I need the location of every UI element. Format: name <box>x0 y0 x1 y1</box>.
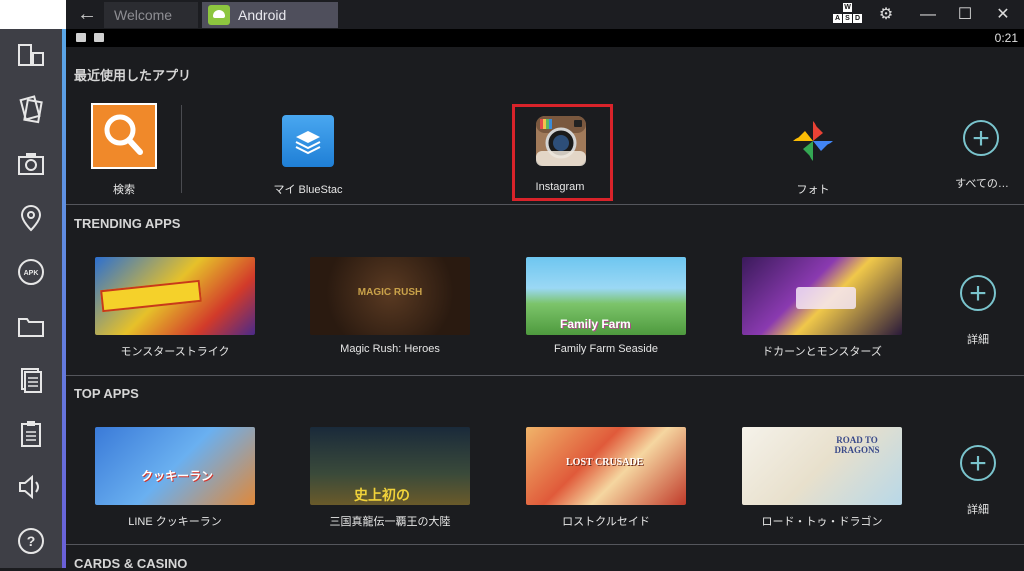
monster-strike-logo-art <box>100 279 202 313</box>
plus-circle-icon[interactable]: + <box>963 120 999 156</box>
notification-bag-icon <box>76 33 86 42</box>
svg-text:?: ? <box>27 533 36 549</box>
location-pin-icon[interactable] <box>16 203 46 233</box>
trending-tile-family-farm[interactable]: Family Farm <box>526 257 686 335</box>
trending-tile-monster-strike[interactable] <box>95 257 255 335</box>
android-status-bar: 0:21 <box>66 29 1024 47</box>
trending-label-family-farm: Family Farm Seaside <box>554 343 658 355</box>
cards-casino-title: CARDS & CASINO <box>74 556 188 571</box>
trending-more-plus-icon[interactable]: + <box>960 275 996 311</box>
maximize-icon[interactable]: ☐ <box>952 4 978 26</box>
recent-app-instagram[interactable] <box>535 115 589 169</box>
separator-2 <box>66 375 1024 376</box>
wasd-key-d: D <box>853 14 862 23</box>
recent-app-bluestacks[interactable] <box>282 115 336 169</box>
svg-text:APK: APK <box>24 270 39 277</box>
trending-label-monster-strike: モンスターストライク <box>120 346 230 358</box>
search-icon <box>91 103 157 169</box>
top-more-label[interactable]: 詳細 <box>888 501 1024 517</box>
paste-clipboard-icon[interactable] <box>16 419 46 449</box>
all-apps-label[interactable]: すべての… <box>892 175 1024 191</box>
title-bar: ← Welcome Android W A S D ⚙ — ☐ ✕ <box>0 0 1024 29</box>
top-tile-cookie-run[interactable]: クッキーラン <box>95 427 255 505</box>
lost-crusade-logo: LOST CRUSADE <box>566 457 644 468</box>
separator-1 <box>66 204 1024 205</box>
close-icon[interactable]: ✕ <box>990 4 1016 26</box>
tab-android-label: Android <box>238 7 287 23</box>
photos-pinwheel-icon <box>793 121 833 161</box>
bluestacks-stack-icon <box>282 115 334 167</box>
sangoku-banner-text: 史上初の <box>354 487 410 503</box>
apk-install-icon[interactable]: APK <box>16 257 46 287</box>
copy-icon[interactable] <box>16 365 46 395</box>
trending-label-magic-rush: Magic Rush: Heroes <box>340 343 440 355</box>
recent-app-photos[interactable] <box>787 115 839 167</box>
top-tile-sangoku[interactable]: 史上初の <box>310 427 470 505</box>
help-icon[interactable]: ? <box>16 526 46 556</box>
top-label-sangoku: 三国真龍伝一覇王の大陸 <box>329 516 451 528</box>
top-apps-title: TOP APPS <box>74 386 139 401</box>
top-tile-road-to-dragons[interactable]: ROAD TO DRAGONS <box>742 427 902 505</box>
keyboard-wasd-icon[interactable]: W A S D <box>833 3 863 26</box>
trending-apps-title: TRENDING APPS <box>74 216 181 231</box>
separator-3 <box>66 544 1024 545</box>
left-sidebar: APK ? <box>0 29 62 568</box>
gear-icon[interactable]: ⚙ <box>873 4 899 26</box>
rotate-screen-icon[interactable] <box>16 40 46 70</box>
recent-app-bluestacks-label: マイ BlueStac <box>273 184 343 196</box>
back-arrow-icon[interactable]: ← <box>72 3 102 25</box>
wasd-key-w: W <box>843 3 852 12</box>
android-icon <box>208 5 230 25</box>
top-tile-lost-crusade[interactable]: LOST CRUSADE <box>526 427 686 505</box>
trending-tile-dokaan[interactable] <box>742 257 902 335</box>
trending-more-label[interactable]: 詳細 <box>888 331 1024 347</box>
minimize-icon[interactable]: — <box>915 4 941 26</box>
recent-divider <box>181 105 182 193</box>
launcher-main: 最近使用したアプリ 検索 マイ BlueStac Instagram フォト +… <box>66 47 1024 571</box>
dokaan-logo-art <box>796 287 856 309</box>
wasd-key-s: S <box>843 14 852 23</box>
top-label-road-to-dragons: ロード・トゥ・ドラゴン <box>761 516 883 528</box>
recent-apps-title: 最近使用したアプリ <box>74 68 192 83</box>
camera-icon[interactable] <box>16 149 46 179</box>
wasd-key-a: A <box>833 14 842 23</box>
notification-bag-icon-2 <box>94 33 104 42</box>
volume-icon[interactable] <box>16 472 46 502</box>
cookie-run-logo: クッキーラン <box>141 469 214 483</box>
folder-icon[interactable] <box>16 311 46 341</box>
tab-android[interactable]: Android <box>202 2 338 28</box>
top-label-cookie-run: LINE クッキーラン <box>128 516 222 528</box>
trending-label-dokaan: ドカーンとモンスターズ <box>762 346 882 358</box>
recent-app-search-label: 検索 <box>113 184 135 196</box>
tab-welcome[interactable]: Welcome <box>104 2 198 28</box>
road-to-dragons-logo: ROAD TO DRAGONS <box>834 435 880 455</box>
instagram-camera-icon <box>536 116 586 166</box>
top-label-lost-crusade: ロストクルセイド <box>562 516 650 528</box>
top-more-plus-icon[interactable]: + <box>960 445 996 481</box>
trending-tile-magic-rush[interactable]: MAGIC RUSH <box>310 257 470 335</box>
recent-app-photos-label: フォト <box>796 184 830 196</box>
family-farm-logo: Family Farm <box>560 317 631 331</box>
magic-rush-logo: MAGIC RUSH <box>357 287 423 298</box>
recent-app-search[interactable] <box>90 103 160 189</box>
shake-cards-icon[interactable] <box>16 94 46 124</box>
status-clock: 0:21 <box>994 31 1018 45</box>
recent-app-instagram-label: Instagram <box>535 181 585 193</box>
title-bar-left-pad <box>0 0 66 29</box>
